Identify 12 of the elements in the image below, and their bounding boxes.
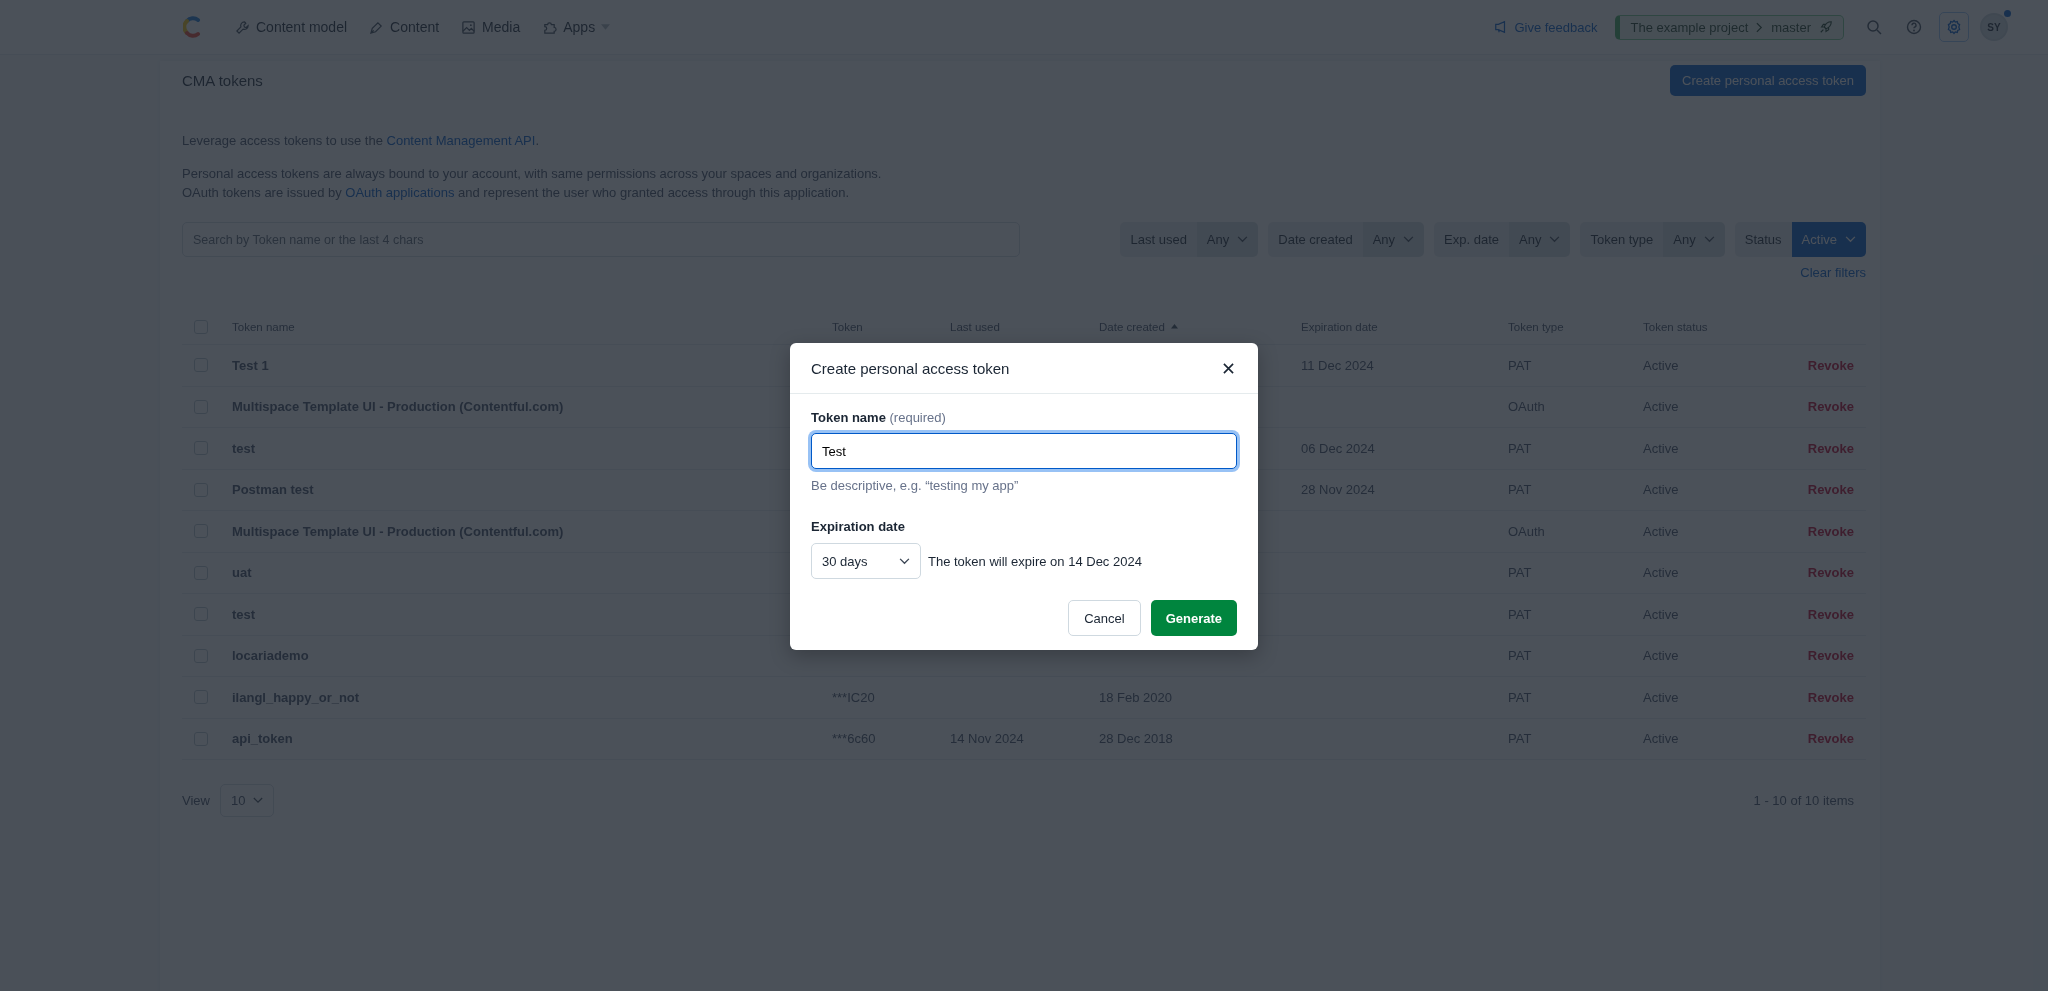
expiration-note: The token will expire on 14 Dec 2024 — [928, 553, 1142, 569]
cancel-button[interactable]: Cancel — [1068, 600, 1141, 636]
help-text: Be descriptive, e.g. “testing my app” — [811, 478, 1020, 493]
required-note: (required) — [889, 410, 946, 425]
expiration-select[interactable]: 30 days — [811, 543, 921, 579]
field-label: Expiration date — [811, 519, 906, 534]
dialog-title: Create personal access token — [811, 359, 1010, 377]
token-name-input[interactable]: Test — [811, 433, 1237, 469]
generate-button[interactable]: Generate — [1150, 600, 1237, 636]
chevron-down-icon — [899, 557, 910, 565]
field-label: Token name — [811, 410, 886, 425]
close-icon — [1223, 362, 1234, 374]
